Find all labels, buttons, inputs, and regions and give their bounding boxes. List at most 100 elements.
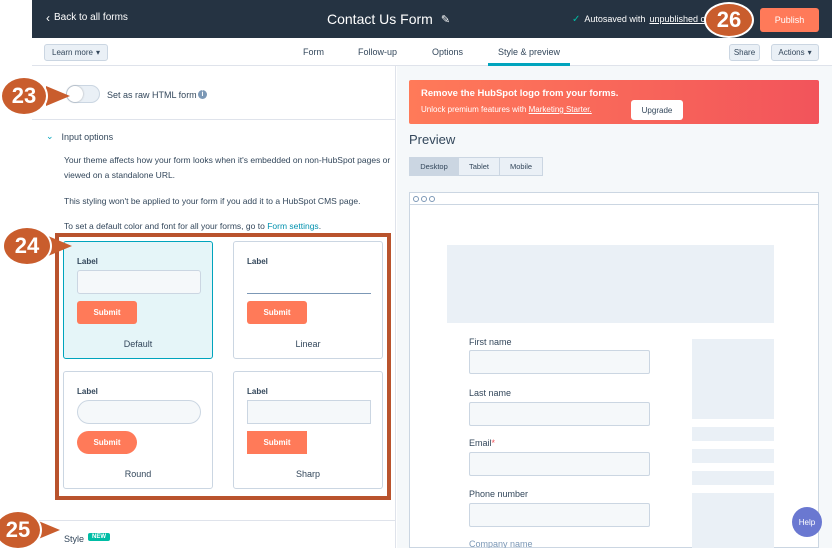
card-label: Label [247, 257, 268, 266]
sample-input [247, 400, 371, 424]
back-to-forms-link[interactable]: ‹ Back to all forms [46, 10, 128, 25]
autosave-status: ✓ Autosaved with unpublished c [572, 14, 705, 25]
form-settings-suffix: . [318, 221, 322, 231]
preview-title: Preview [409, 132, 456, 147]
sample-submit: Submit [247, 431, 307, 454]
form-title[interactable]: Contact Us Form ✎ [327, 11, 450, 27]
banner-text-prefix: Unlock premium features with [421, 105, 527, 114]
nav-bar: Learn more ▾ Form Follow-up Options Styl… [32, 38, 832, 66]
tab-form[interactable]: Form [303, 47, 324, 57]
device-mobile[interactable]: Mobile [499, 157, 543, 176]
pencil-icon[interactable]: ✎ [441, 13, 450, 26]
publish-button[interactable]: Publish [760, 8, 819, 32]
placeholder-sidebar-line [692, 449, 774, 463]
card-label: Label [77, 257, 98, 266]
info-icon[interactable]: i [198, 90, 207, 99]
email-input[interactable] [469, 452, 650, 476]
browser-preview: First name Last name Email* Phone number… [409, 192, 819, 548]
window-dot [413, 196, 419, 202]
actions-label: Actions [778, 48, 805, 57]
unpublished-changes-link[interactable]: unpublished c [649, 14, 705, 25]
device-desktop[interactable]: Desktop [409, 157, 459, 176]
form-settings-prefix: To set a default color and font for all … [64, 221, 265, 231]
style-options-panel: Set as raw HTML form i ⌄ Input options Y… [32, 66, 396, 548]
upgrade-banner: Remove the HubSpot logo from your forms.… [409, 80, 819, 124]
raw-html-label: Set as raw HTML form [107, 90, 197, 100]
callout-24: 24 [2, 226, 52, 266]
form-settings-note: To set a default color and font for all … [64, 219, 394, 234]
field-label-email: Email* [469, 438, 495, 448]
actions-dropdown[interactable]: Actions ▾ [771, 44, 819, 61]
caret-down-icon: ▾ [95, 48, 100, 57]
style-card-linear[interactable]: Label Submit Linear [233, 241, 383, 359]
autosave-text: Autosaved with [584, 14, 646, 24]
style-card-default[interactable]: Label Submit Default [63, 241, 213, 359]
form-title-text: Contact Us Form [327, 11, 433, 27]
input-options-header[interactable]: ⌄ Input options [46, 131, 113, 142]
theme-description: Your theme affects how your form looks w… [64, 155, 391, 180]
email-label-text: Email [469, 438, 492, 448]
style-label: Style [64, 534, 85, 544]
style-section-row[interactable]: Style NEW [32, 520, 396, 548]
cms-note: This styling won't be applied to your fo… [64, 196, 361, 206]
placeholder-sidebar-block [692, 493, 774, 548]
marketing-starter-link[interactable]: Marketing Starter. [529, 105, 592, 114]
new-badge: NEW [88, 533, 110, 541]
first-name-input[interactable] [469, 350, 650, 374]
placeholder-hero [447, 245, 774, 323]
caret-down-icon: ▾ [807, 48, 812, 57]
raw-html-toggle[interactable] [66, 85, 100, 103]
callout-26: 26 [704, 2, 754, 38]
banner-text: Unlock premium features with Marketing S… [421, 105, 592, 114]
card-label: Label [247, 387, 268, 396]
style-card-sharp[interactable]: Label Submit Sharp [233, 371, 383, 489]
style-name: Linear [295, 339, 321, 349]
chevron-down-icon: ⌄ [46, 131, 54, 141]
help-button[interactable]: Help [792, 507, 822, 537]
input-options-label: Input options [61, 131, 114, 142]
sample-input [77, 270, 201, 294]
card-label: Label [77, 387, 98, 396]
check-icon: ✓ [572, 14, 581, 25]
app-root: ‹ Back to all forms Contact Us Form ✎ ✓ … [0, 0, 832, 548]
preview-panel: Remove the HubSpot logo from your forms.… [397, 66, 832, 548]
learn-more-dropdown[interactable]: Learn more ▾ [44, 44, 108, 61]
form-settings-link[interactable]: Form settings [267, 221, 319, 231]
phone-input[interactable] [469, 503, 650, 527]
tab-style-preview[interactable]: Style & preview [498, 47, 560, 57]
callout-25: 25 [0, 510, 42, 548]
placeholder-sidebar-line [692, 427, 774, 441]
input-style-highlight: Label Submit Default Label Submit Linear… [55, 233, 391, 500]
toggle-knob [67, 86, 83, 102]
learn-more-label: Learn more [52, 48, 93, 57]
tab-follow-up[interactable]: Follow-up [358, 47, 397, 57]
browser-chrome [410, 193, 818, 205]
sample-input [77, 400, 201, 424]
raw-html-row: Set as raw HTML form i [32, 66, 396, 120]
last-name-input[interactable] [469, 402, 650, 426]
required-mark: * [491, 438, 496, 448]
field-label-last-name: Last name [469, 388, 512, 398]
placeholder-sidebar-block [692, 339, 774, 419]
banner-title: Remove the HubSpot logo from your forms. [421, 88, 619, 99]
placeholder-sidebar-line [692, 471, 774, 485]
upgrade-button[interactable]: Upgrade [631, 100, 683, 120]
style-card-round[interactable]: Label Submit Round [63, 371, 213, 489]
device-tablet[interactable]: Tablet [458, 157, 500, 176]
style-name: Default [123, 339, 153, 349]
field-label-company: Company name [469, 539, 533, 548]
sample-input [247, 270, 371, 294]
field-label-phone: Phone number [469, 489, 529, 499]
sample-submit: Submit [77, 301, 137, 324]
field-label-first-name: First name [469, 337, 512, 347]
tab-options[interactable]: Options [432, 47, 463, 57]
sample-submit: Submit [247, 301, 307, 324]
callout-23: 23 [0, 76, 48, 116]
chevron-left-icon: ‹ [46, 10, 50, 25]
share-button[interactable]: Share [729, 44, 760, 61]
window-dot [429, 196, 435, 202]
style-name: Round [124, 469, 152, 479]
style-name: Sharp [295, 469, 321, 479]
sample-submit: Submit [77, 431, 137, 454]
window-dot [421, 196, 427, 202]
